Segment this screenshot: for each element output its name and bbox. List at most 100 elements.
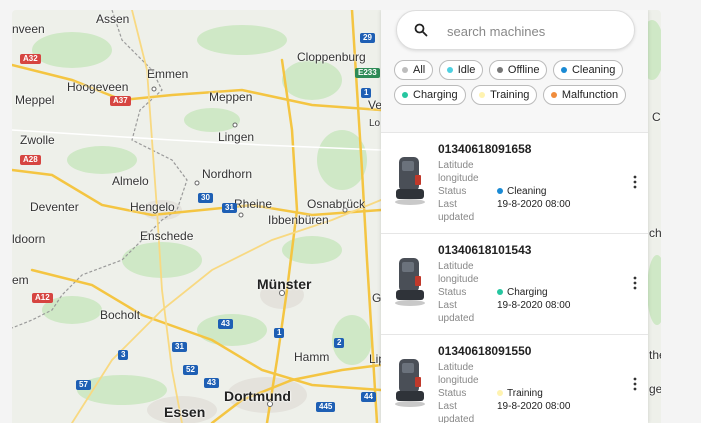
- filter-chip-training[interactable]: Training: [471, 85, 538, 105]
- road-badge: 29: [360, 33, 375, 43]
- map-label-osnabrueck: Osnabrück: [307, 197, 366, 211]
- map-label-meppel: Meppel: [15, 93, 55, 107]
- scrubber-machine-image: [395, 258, 425, 306]
- road-badge: A28: [20, 155, 41, 165]
- latitude-label: Latitude: [438, 160, 474, 171]
- status-dot: [446, 67, 453, 73]
- map-label-cloppenburg: Cloppenburg: [297, 50, 366, 64]
- status-value: Cleaning: [497, 186, 546, 197]
- more-vertical-icon[interactable]: [633, 276, 637, 290]
- panel-header: All Idle Offline Cleaning Charging Train…: [381, 10, 648, 132]
- longitude-label: longitude: [438, 274, 479, 285]
- road-badge: A12: [32, 293, 53, 303]
- map-label-enschede: Enschede: [140, 229, 194, 243]
- more-vertical-icon[interactable]: [633, 377, 637, 391]
- filter-chip-offline[interactable]: Offline: [488, 60, 548, 80]
- road-badge: 3: [118, 350, 129, 360]
- map-label-meppen: Meppen: [209, 90, 253, 104]
- map-label-che: che: [649, 226, 661, 240]
- map-label-bocholt: Bocholt: [100, 308, 141, 322]
- road-badge: E233: [355, 68, 380, 78]
- machine-id: 01340618091550: [438, 344, 532, 358]
- search-icon[interactable]: [414, 23, 428, 37]
- scrubber-machine-image: [395, 359, 425, 407]
- map-label-nordhorn: Nordhorn: [202, 167, 253, 181]
- road-badge: 57: [76, 380, 91, 390]
- road-badge: 30: [198, 193, 213, 203]
- map-label-lo: Lo: [369, 118, 381, 129]
- latitude-label: Latitude: [438, 362, 474, 373]
- map-label-almelo: Almelo: [112, 174, 149, 188]
- machine-panel: All Idle Offline Cleaning Charging Train…: [381, 10, 648, 423]
- map-label-muenster: Münster: [257, 276, 312, 292]
- status-dot: [497, 390, 503, 396]
- filter-chip-label: Idle: [457, 64, 476, 76]
- status-text: Cleaning: [507, 186, 547, 197]
- status-dot: [560, 67, 567, 73]
- status-dot: [497, 188, 503, 194]
- search-input[interactable]: [445, 20, 624, 42]
- map-label-essen: Essen: [164, 404, 206, 420]
- filter-chip-label: Charging: [413, 89, 458, 101]
- status-dot: [496, 67, 503, 73]
- status-label: Status: [438, 388, 467, 399]
- road-badge: 31: [172, 342, 187, 352]
- filter-chip-idle[interactable]: Idle: [438, 60, 484, 80]
- machine-id: 01340618091658: [438, 142, 532, 156]
- filter-chip-charging[interactable]: Charging: [394, 85, 466, 105]
- last-updated-value: 19-8-2020 08:00: [497, 199, 571, 210]
- status-label: Status: [438, 186, 467, 197]
- road-badge: A32: [20, 54, 41, 64]
- scrubber-machine-image: [395, 157, 425, 205]
- status-value: Training: [497, 388, 543, 399]
- road-badge: 2: [334, 338, 345, 348]
- last-updated-label-2: updated: [438, 212, 475, 223]
- filter-chip-label: Cleaning: [571, 64, 616, 76]
- filter-chip-cleaning[interactable]: Cleaning: [552, 60, 624, 80]
- status-dot: [497, 289, 503, 295]
- status-label: Status: [438, 287, 467, 298]
- status-text: Training: [507, 388, 543, 399]
- road-badge: 1: [361, 88, 372, 98]
- map-label-ibbenbueren: Ibbenbüren: [268, 213, 329, 227]
- machine-list-item[interactable]: 01340618091658 Latitude longitude Status…: [381, 132, 648, 233]
- machine-list-item[interactable]: 01340618091550 Latitude longitude Status…: [381, 334, 648, 423]
- filter-chip-label: Malfunction: [561, 89, 619, 101]
- map-label-assen: Assen: [96, 12, 130, 26]
- map-label-ve: Ve: [368, 98, 383, 112]
- filter-chip-all[interactable]: All: [394, 60, 434, 80]
- map-label-dortmund: Dortmund: [224, 388, 291, 404]
- last-updated-label: Last: [438, 401, 457, 412]
- map-label-rheine: Rheine: [234, 197, 273, 211]
- road-badge: A37: [110, 96, 131, 106]
- map-label-hamm: Hamm: [294, 350, 330, 364]
- road-badge: 1: [274, 328, 285, 338]
- map-label-hoogeveen: Hoogeveen: [67, 80, 129, 94]
- road-badge: 52: [183, 365, 198, 375]
- road-badge: 31: [222, 203, 237, 213]
- status-dot: [402, 92, 408, 98]
- machine-list-item[interactable]: 01340618101543 Latitude longitude Status…: [381, 233, 648, 334]
- filter-chip-label: Training: [490, 89, 530, 101]
- road-badge: 43: [204, 378, 219, 388]
- search-box[interactable]: [396, 10, 635, 50]
- map-label-ce: Ce: [652, 110, 661, 124]
- map-label-nveen: nveen: [12, 22, 45, 36]
- filter-chip-label: Offline: [507, 64, 540, 76]
- status-value: Charging: [497, 287, 548, 298]
- filter-chip-malfunction[interactable]: Malfunction: [542, 85, 627, 105]
- last-updated-label: Last: [438, 300, 457, 311]
- map-label-lingen: Lingen: [218, 130, 255, 144]
- status-text: Charging: [507, 287, 548, 298]
- longitude-label: longitude: [438, 173, 479, 184]
- longitude-label: longitude: [438, 375, 479, 386]
- map-label-hengelo: Hengelo: [130, 200, 175, 214]
- map-label-ldoorn: ldoorn: [12, 232, 46, 246]
- last-updated-value: 19-8-2020 08:00: [497, 401, 571, 412]
- app-frame: Assen nveen Emmen Hoogeveen Meppel Meppe…: [12, 10, 661, 423]
- filter-chip-label: All: [413, 64, 426, 76]
- more-vertical-icon[interactable]: [633, 175, 637, 189]
- map-label-g: G: [372, 291, 382, 305]
- map-label-the: the: [649, 348, 661, 362]
- machine-id: 01340618101543: [438, 243, 532, 257]
